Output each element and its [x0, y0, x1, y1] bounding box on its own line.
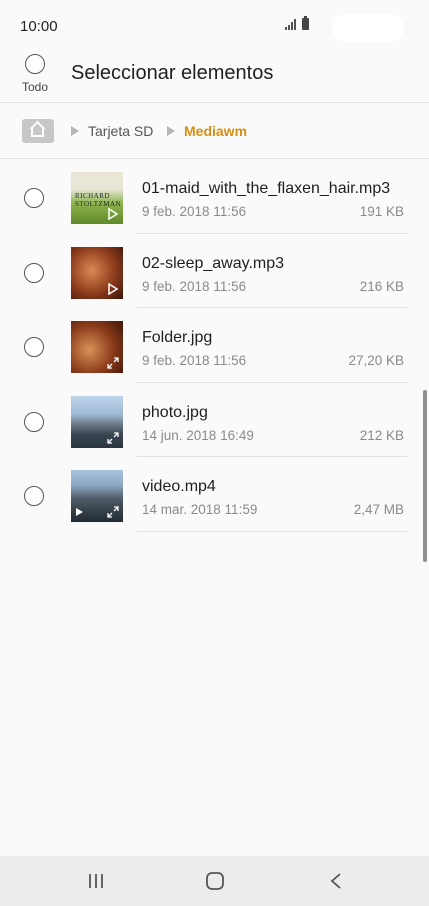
page-title: Seleccionar elementos [71, 62, 274, 84]
file-date: 9 feb. 2018 11:56 [142, 353, 247, 368]
status-time: 10:00 [20, 18, 58, 35]
file-name: photo.jpg [142, 403, 208, 421]
breadcrumb: Tarjeta SD Mediawm [0, 104, 429, 158]
file-name: 02-sleep_away.mp3 [142, 254, 285, 272]
breadcrumb-item-sd-card[interactable]: Tarjeta SD [88, 123, 153, 139]
screen: 10:00 Todo Seleccionar elementos Tarjeta… [0, 0, 429, 906]
expand-icon [107, 506, 119, 518]
select-all-label: Todo [21, 80, 49, 94]
item-checkbox[interactable] [24, 411, 44, 432]
chevron-right-icon [167, 126, 175, 136]
recent-apps-icon[interactable] [82, 868, 110, 894]
chevron-right-icon [71, 126, 79, 136]
file-list: RICHARD STOLTZMAN 01-maid_with_the_flaxe… [0, 159, 429, 532]
file-date: 9 feb. 2018 11:56 [142, 204, 247, 219]
expand-icon [107, 431, 119, 444]
scrollbar[interactable] [423, 390, 427, 562]
camera-cutout [332, 14, 404, 42]
file-name: 01-maid_with_the_flaxen_hair.mp3 [142, 180, 391, 197]
file-size: 2,47 MB [353, 502, 404, 517]
home-folder-icon[interactable] [22, 119, 54, 143]
list-item[interactable]: video.mp4 14 mar. 2018 11:59 2,47 MB [0, 457, 429, 532]
back-icon[interactable] [322, 868, 350, 894]
battery-icon [302, 16, 309, 30]
home-icon[interactable] [201, 868, 229, 894]
file-size: 27,20 KB [348, 353, 404, 368]
file-thumbnail [71, 321, 123, 373]
row-divider [137, 530, 407, 532]
item-checkbox[interactable] [24, 188, 44, 208]
album-cover-text: RICHARD STOLTZMAN [75, 192, 122, 208]
file-size: 212 KB [359, 427, 404, 443]
item-checkbox[interactable] [24, 486, 44, 506]
play-icon [108, 208, 119, 220]
file-name: Folder.jpg [142, 329, 213, 346]
file-thumbnail [71, 470, 123, 522]
file-thumbnail: RICHARD STOLTZMAN [71, 172, 123, 224]
selection-header: Todo Seleccionar elementos [0, 52, 429, 102]
list-item[interactable]: 02-sleep_away.mp3 9 feb. 2018 11:56 216 … [0, 234, 429, 308]
list-item[interactable]: photo.jpg 14 jun. 2018 16:49 212 KB [0, 383, 429, 457]
list-item[interactable]: Folder.jpg 9 feb. 2018 11:56 27,20 KB [0, 308, 429, 383]
status-bar: 10:00 [0, 0, 429, 52]
file-thumbnail [71, 246, 123, 299]
item-checkbox[interactable] [24, 262, 44, 283]
video-play-icon [76, 508, 83, 516]
file-size: 191 KB [359, 204, 404, 219]
list-item[interactable]: RICHARD STOLTZMAN 01-maid_with_the_flaxe… [0, 159, 429, 234]
file-thumbnail [71, 395, 123, 448]
signal-icon [285, 18, 296, 30]
file-size: 216 KB [359, 278, 404, 294]
header-divider [0, 102, 429, 103]
file-date: 14 jun. 2018 16:49 [142, 427, 254, 443]
item-checkbox[interactable] [24, 337, 44, 357]
expand-icon [107, 357, 119, 369]
select-all-checkbox[interactable] [25, 54, 45, 74]
breadcrumb-item-current[interactable]: Mediawm [184, 123, 247, 139]
play-icon [108, 282, 119, 295]
navigation-bar [0, 856, 429, 906]
file-name: video.mp4 [142, 478, 216, 495]
file-date: 14 mar. 2018 11:59 [142, 502, 258, 517]
select-all-toggle[interactable]: Todo [14, 54, 56, 94]
file-date: 9 feb. 2018 11:56 [142, 278, 247, 294]
system-icons [285, 16, 309, 30]
